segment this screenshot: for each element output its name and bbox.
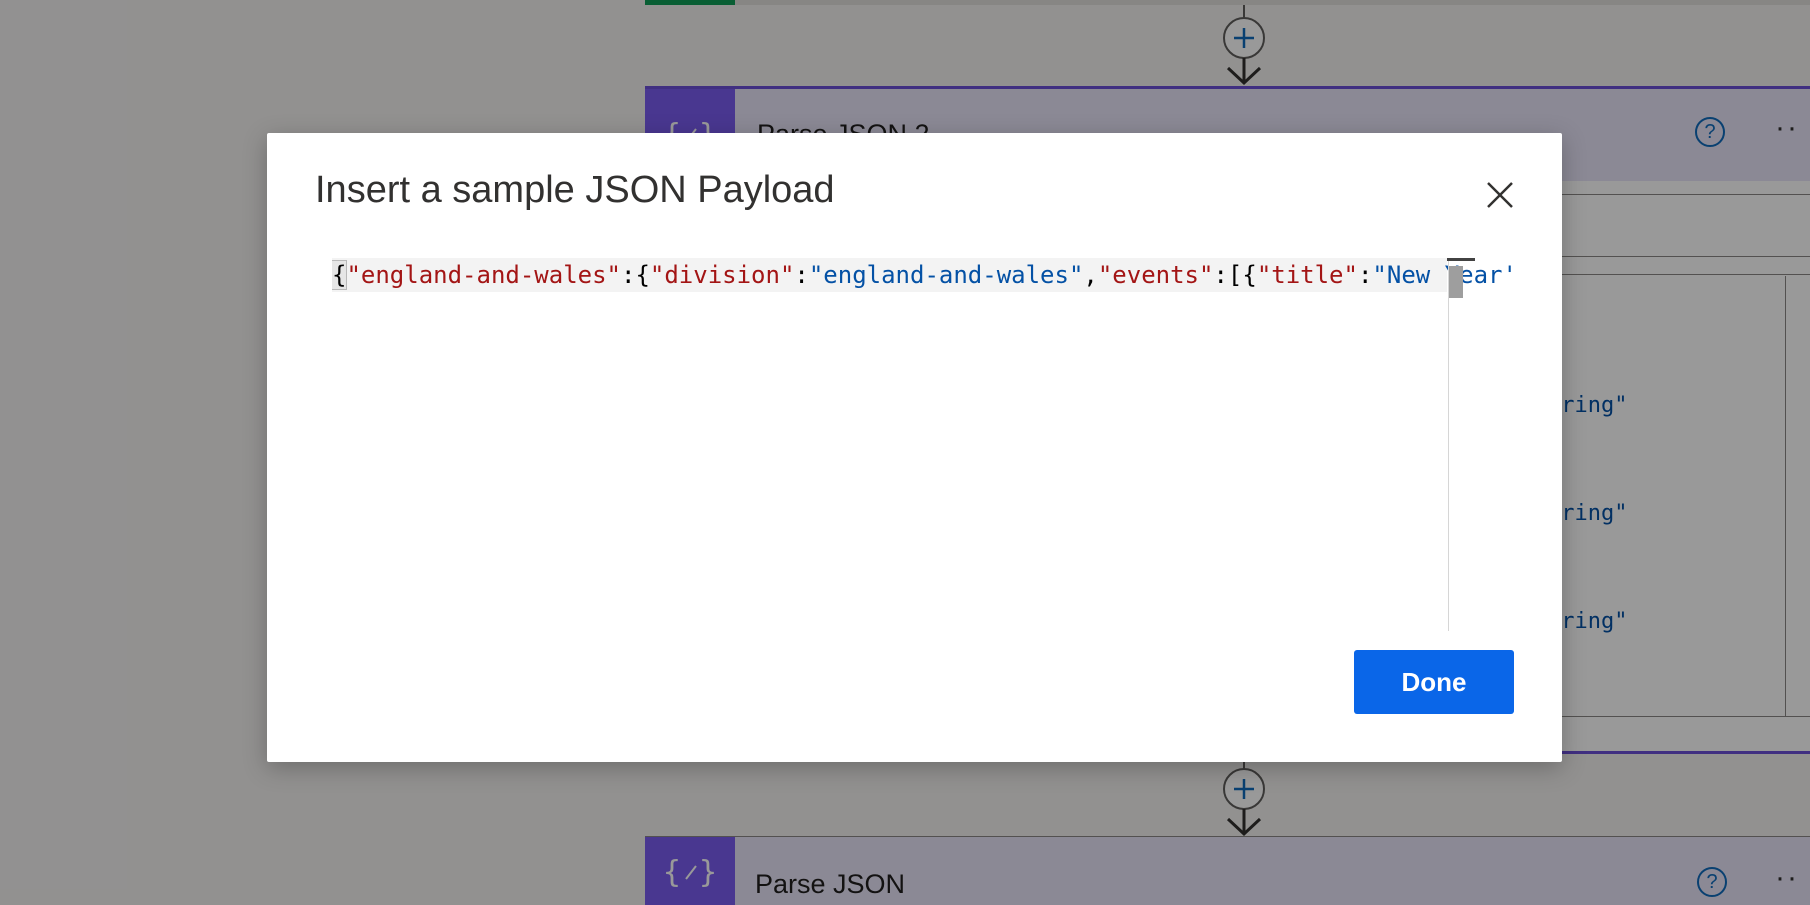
scrollbar-thumb[interactable] <box>1449 266 1463 298</box>
editor-vertical-scrollbar[interactable] <box>1447 258 1475 631</box>
scrollbar-cap <box>1447 258 1475 261</box>
sample-json-dialog: Insert a sample JSON Payload {"england-a… <box>267 133 1562 762</box>
done-button[interactable]: Done <box>1354 650 1514 714</box>
json-payload-editor[interactable]: {"england-and-wales":{"division":"englan… <box>332 133 1513 653</box>
